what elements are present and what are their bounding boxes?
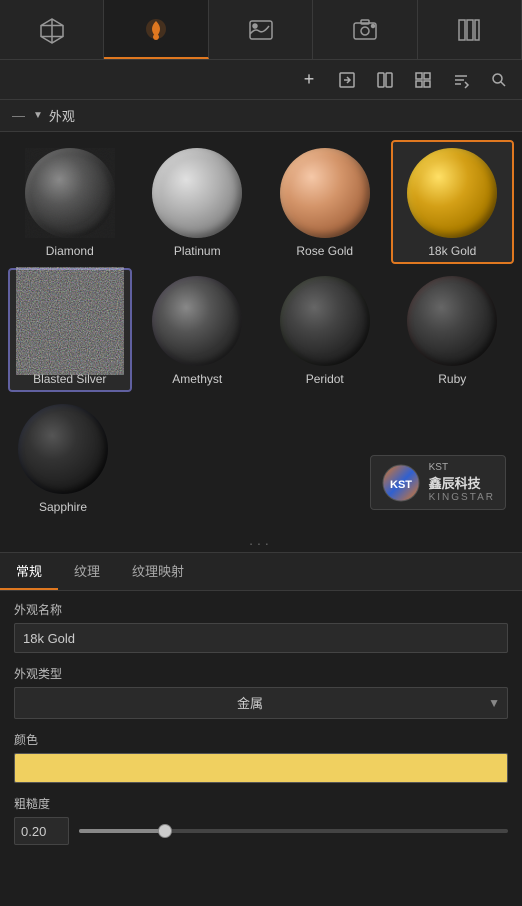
material-label-blasted-silver: Blasted Silver <box>33 372 106 386</box>
sort-button[interactable] <box>446 65 476 95</box>
material-label-diamond: Diamond <box>46 244 94 258</box>
tab-appearance[interactable] <box>104 0 208 59</box>
appearance-type-select[interactable]: 金属 塑料 玻璃 橡胶 <box>14 687 508 719</box>
roughness-label: 粗糙度 <box>14 795 508 812</box>
appearance-name-group: 外观名称 <box>14 601 508 653</box>
roughness-slider-row <box>14 817 508 845</box>
sphere-rosegold <box>280 148 370 238</box>
tab-scene[interactable] <box>0 0 104 59</box>
toolbar: + <box>0 60 522 100</box>
roughness-slider-track[interactable] <box>79 829 508 833</box>
add-button[interactable]: + <box>294 65 324 95</box>
collapse-arrow-icon[interactable]: ▼ <box>33 110 43 121</box>
color-group: 颜色 <box>14 731 508 783</box>
section-dash: — <box>12 108 25 123</box>
tabs-bar: 常规 纹理 纹理映射 <box>0 553 522 591</box>
logo-icon: KST <box>381 463 421 503</box>
sphere-18kgold <box>407 148 497 238</box>
tab-texture[interactable]: 纹理 <box>58 553 116 590</box>
export-icon <box>338 71 356 89</box>
top-nav <box>0 0 522 60</box>
materials-panel: Diamond Platinum Rose Gold 18k Gold Blas… <box>0 132 522 528</box>
material-item-amethyst[interactable]: Amethyst <box>136 268 260 392</box>
tab-general[interactable]: 常规 <box>0 553 58 590</box>
sphere-ruby <box>407 276 497 366</box>
material-label-18k-gold: 18k Gold <box>428 244 476 258</box>
logo-text-group: KST 鑫辰科技 KINGSTAR <box>429 462 495 503</box>
appearance-name-input[interactable] <box>14 623 508 653</box>
search-button[interactable] <box>484 65 514 95</box>
material-item-peridot[interactable]: Peridot <box>263 268 387 392</box>
appearance-name-label: 外观名称 <box>14 601 508 618</box>
material-label-rose-gold: Rose Gold <box>296 244 353 258</box>
split-button[interactable] <box>370 65 400 95</box>
material-label-sapphire: Sapphire <box>39 500 87 514</box>
sphere-sapphire <box>18 404 108 494</box>
bottom-panel: 常规 纹理 纹理映射 外观名称 外观类型 金属 塑料 玻璃 橡胶 ▼ <box>0 552 522 867</box>
color-swatch[interactable] <box>14 753 508 783</box>
roughness-group: 粗糙度 <box>14 795 508 845</box>
materials-grid: Diamond Platinum Rose Gold 18k Gold Blas… <box>8 140 514 392</box>
roughness-slider-thumb[interactable] <box>158 824 172 838</box>
sphere-blasted-silver <box>25 276 115 366</box>
split-icon <box>376 71 394 89</box>
grid-button[interactable] <box>408 65 438 95</box>
material-label-platinum: Platinum <box>174 244 221 258</box>
divider-dots: ... <box>0 528 522 552</box>
search-icon <box>490 71 508 89</box>
sphere-peridot <box>280 276 370 366</box>
material-item-rose-gold[interactable]: Rose Gold <box>263 140 387 264</box>
material-label-amethyst: Amethyst <box>172 372 222 386</box>
material-item-diamond[interactable]: Diamond <box>8 140 132 264</box>
roughness-input[interactable] <box>14 817 69 845</box>
appearance-type-group: 外观类型 金属 塑料 玻璃 橡胶 ▼ <box>14 665 508 719</box>
material-item-platinum[interactable]: Platinum <box>136 140 260 264</box>
form-section: 外观名称 外观类型 金属 塑料 玻璃 橡胶 ▼ 颜色 粗糙度 <box>0 591 522 867</box>
material-item-18k-gold[interactable]: 18k Gold <box>391 140 515 264</box>
tab-layers[interactable] <box>418 0 522 59</box>
logo-badge: KST KST 鑫辰科技 KINGSTAR <box>370 455 506 510</box>
logo-english-name: KINGSTAR <box>429 492 495 503</box>
svg-text:KST: KST <box>390 479 412 491</box>
material-item-sapphire[interactable]: Sapphire <box>8 396 118 520</box>
logo-company-name: 鑫辰科技 <box>429 473 495 492</box>
tab-environment[interactable] <box>209 0 313 59</box>
material-label-ruby: Ruby <box>438 372 466 386</box>
tab-texture-map[interactable]: 纹理映射 <box>116 553 200 590</box>
section-title: 外观 <box>49 106 75 125</box>
roughness-slider-fill <box>79 829 165 833</box>
grid-icon <box>414 71 432 89</box>
tab-render[interactable] <box>313 0 417 59</box>
color-label: 颜色 <box>14 731 508 748</box>
add-icon: + <box>304 69 315 90</box>
sphere-platinum <box>152 148 242 238</box>
material-label-peridot: Peridot <box>306 372 344 386</box>
export-button[interactable] <box>332 65 362 95</box>
material-item-ruby[interactable]: Ruby <box>391 268 515 392</box>
sort-icon <box>452 71 470 89</box>
appearance-type-label: 外观类型 <box>14 665 508 682</box>
logo-kst-label: KST <box>429 462 495 473</box>
sphere-diamond <box>25 148 115 238</box>
section-header: — ▼ 外观 <box>0 100 522 132</box>
sphere-amethyst <box>152 276 242 366</box>
appearance-type-select-wrapper: 金属 塑料 玻璃 橡胶 ▼ <box>14 687 508 719</box>
material-item-blasted-silver[interactable]: Blasted Silver <box>8 268 132 392</box>
